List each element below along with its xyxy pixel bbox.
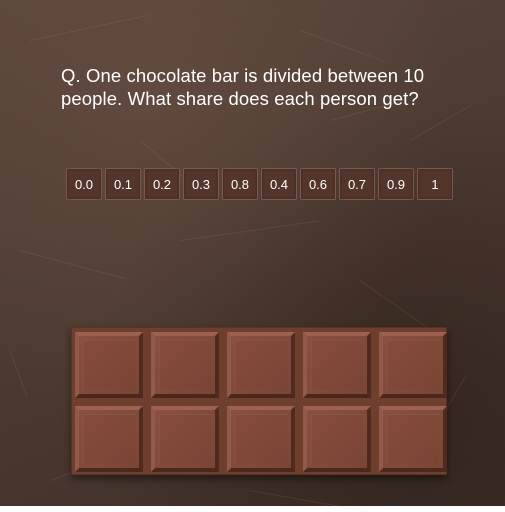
chocolate-piece[interactable] <box>151 332 219 398</box>
choice-label: 0.2 <box>152 176 172 192</box>
choice-label: 0.3 <box>191 176 211 192</box>
scratch-mark <box>29 15 148 41</box>
chocolate-piece-face <box>311 414 363 464</box>
choice-button-3[interactable]: 0.2 <box>144 168 180 200</box>
chocolate-piece-face <box>387 340 439 390</box>
choice-label: 0.4 <box>269 176 289 192</box>
choice-button-1[interactable]: 0.0 <box>66 168 102 200</box>
chocolate-piece-face <box>235 340 287 390</box>
chocolate-piece-face <box>159 414 211 464</box>
chocolate-piece[interactable] <box>303 406 371 472</box>
chocolate-piece[interactable] <box>379 332 447 398</box>
chocolate-piece[interactable] <box>303 332 371 398</box>
choice-label: 0.9 <box>386 176 406 192</box>
chocolate-piece-face <box>83 340 135 390</box>
choice-label: 0.0 <box>74 176 94 192</box>
choice-button-7[interactable]: 0.6 <box>300 168 336 200</box>
choice-button-9[interactable]: 0.9 <box>378 168 414 200</box>
choice-label: 0.8 <box>230 176 250 192</box>
chocolate-piece-face <box>159 340 211 390</box>
answer-choices: 0.0 0.1 0.2 0.3 0.8 0.4 0.6 0.7 0.9 1 <box>66 168 453 200</box>
scratch-mark <box>179 220 319 241</box>
chocolate-piece-face <box>83 414 135 464</box>
choice-button-2[interactable]: 0.1 <box>105 168 141 200</box>
chocolate-bar <box>71 327 447 475</box>
choice-label: 1 <box>431 176 439 192</box>
choice-label: 0.1 <box>113 176 133 192</box>
chocolate-piece[interactable] <box>75 332 143 398</box>
scratch-mark <box>409 105 471 141</box>
scratch-mark <box>249 490 369 512</box>
choice-button-5[interactable]: 0.8 <box>222 168 258 200</box>
scratch-mark <box>9 350 28 398</box>
choice-button-4[interactable]: 0.3 <box>183 168 219 200</box>
chocolate-piece-face <box>311 340 363 390</box>
chocolate-piece[interactable] <box>151 406 219 472</box>
scratch-mark <box>19 250 127 280</box>
choice-button-8[interactable]: 0.7 <box>339 168 375 200</box>
scratch-mark <box>299 30 385 62</box>
choice-label: 0.6 <box>308 176 328 192</box>
question-text: Q. One chocolate bar is divided between … <box>61 64 461 110</box>
question-line-1: Q. One chocolate bar is divided between … <box>61 65 425 86</box>
chocolate-piece-face <box>387 414 439 464</box>
choice-label: 0.7 <box>347 176 367 192</box>
chocolate-piece[interactable] <box>227 332 295 398</box>
chocolate-piece-face <box>235 414 287 464</box>
chocolate-piece[interactable] <box>227 406 295 472</box>
chocolate-piece[interactable] <box>75 406 143 472</box>
chocolate-piece[interactable] <box>379 406 447 472</box>
choice-button-10[interactable]: 1 <box>417 168 453 200</box>
choice-button-6[interactable]: 0.4 <box>261 168 297 200</box>
question-line-2: people. What share does each person get? <box>61 88 419 109</box>
game-board: Q. One chocolate bar is divided between … <box>0 0 505 512</box>
